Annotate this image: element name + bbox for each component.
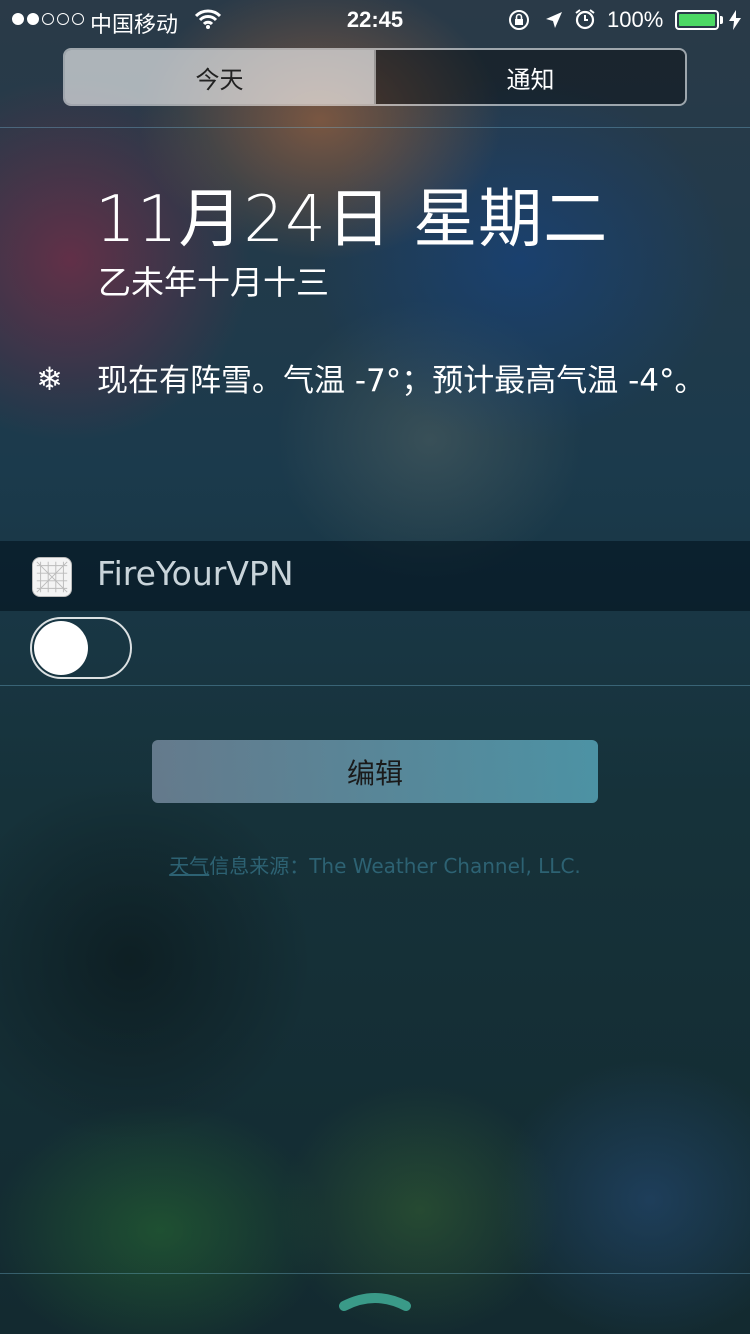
- charging-icon: [729, 10, 741, 30]
- widget-title: FireYourVPN: [97, 554, 294, 593]
- weather-source: 天气信息来源：The Weather Channel, LLC.: [0, 850, 750, 879]
- weather-summary: 现在有阵雪。气温 -7°；预计最高气温 -4°。: [97, 363, 706, 399]
- weather-source-link[interactable]: 天气: [169, 854, 209, 878]
- location-icon: [546, 12, 562, 28]
- status-bar: 中国移动 22:45 100%: [0, 0, 750, 40]
- tab-notifications[interactable]: 通知: [374, 50, 685, 104]
- weather-source-text: 信息来源：The Weather Channel, LLC.: [209, 854, 581, 878]
- view-switcher: 今天 通知: [63, 48, 687, 106]
- toggle-knob: [34, 621, 88, 675]
- lunar-date: 乙未年十月十三: [98, 263, 329, 302]
- divider: [0, 685, 750, 686]
- alarm-icon: [575, 9, 595, 30]
- battery-icon: [675, 10, 719, 30]
- tab-today[interactable]: 今天: [65, 50, 374, 104]
- widget-header: FireYourVPN: [0, 541, 750, 611]
- chevron-up-icon[interactable]: [336, 1286, 414, 1318]
- divider: [0, 127, 750, 128]
- date-heading: 11月24日 星期二: [95, 183, 609, 257]
- rotation-lock-icon: [509, 10, 529, 30]
- vpn-toggle[interactable]: [30, 617, 132, 679]
- edit-button[interactable]: 编辑: [152, 740, 598, 803]
- snowflake-icon: ❄: [36, 360, 63, 398]
- battery-tip: [720, 16, 723, 24]
- app-icon: [32, 557, 72, 597]
- battery-percent: 100%: [607, 7, 664, 32]
- divider: [0, 1273, 750, 1274]
